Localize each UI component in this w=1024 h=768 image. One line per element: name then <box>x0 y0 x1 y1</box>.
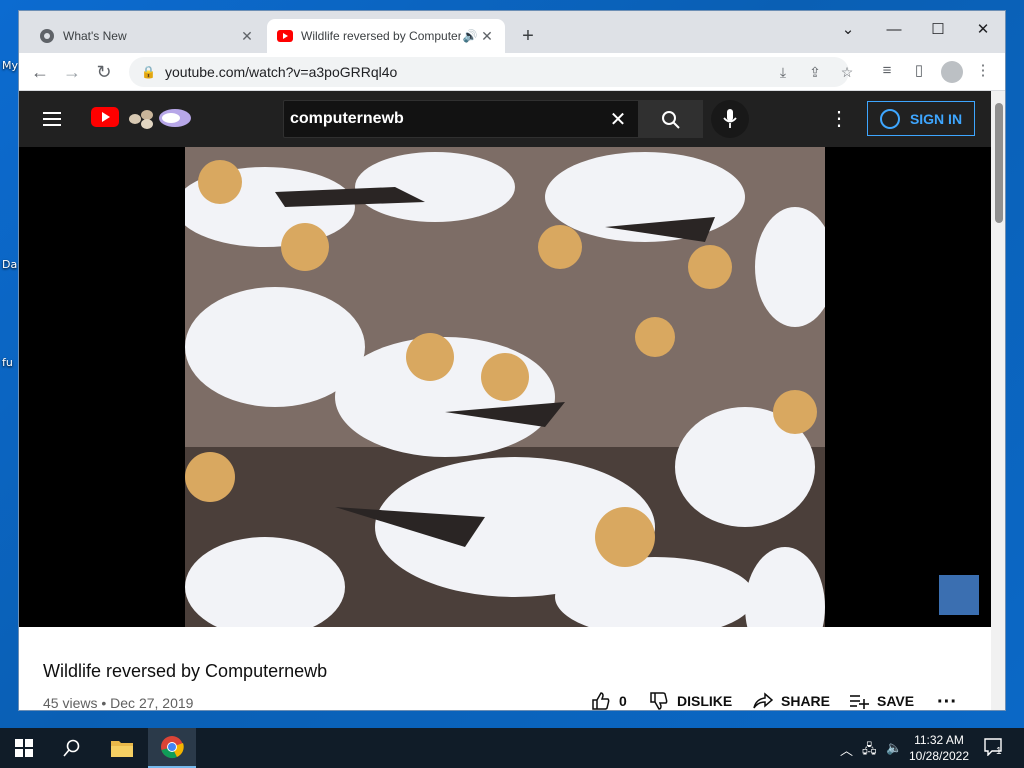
search-icon <box>662 111 680 129</box>
profile-avatar[interactable] <box>941 61 963 83</box>
playlist-add-icon <box>850 695 869 709</box>
desktop-icon-label[interactable]: Da <box>2 258 17 271</box>
search-query[interactable]: computernewb <box>284 110 598 128</box>
dislike-label: DISLIKE <box>677 693 733 709</box>
sign-in-label: SIGN IN <box>909 110 963 127</box>
tab-strip: What's New ✕ Wildlife reversed by Comput… <box>19 11 1005 53</box>
meta-separator: • <box>101 695 107 711</box>
minimize-button[interactable]: — <box>871 15 917 45</box>
media-control-icon[interactable]: ≡ <box>875 59 899 83</box>
tab-title: What's New <box>63 29 127 43</box>
tab-close-icon[interactable]: ✕ <box>239 28 255 45</box>
install-app-icon[interactable]: ⤓ <box>773 62 793 82</box>
share-page-icon[interactable]: ⇪ <box>805 62 825 82</box>
share-arrow-icon <box>753 692 773 709</box>
network-icon[interactable]: 🖧 <box>862 740 877 762</box>
video-meta: 45 views • Dec 27, 2019 <box>43 695 194 711</box>
search-button[interactable] <box>639 100 703 138</box>
maximize-button[interactable]: ☐ <box>915 15 961 45</box>
view-count: 45 views <box>43 695 98 711</box>
system-clock[interactable]: 11:32 AM 10/28/2022 <box>906 732 972 764</box>
lock-icon[interactable]: 🔒 <box>141 65 156 79</box>
account-circle-icon <box>879 108 900 129</box>
video-title: Wildlife reversed by Computernewb <box>43 661 328 681</box>
microphone-icon <box>723 109 737 128</box>
scrollbar-thumb[interactable] <box>995 103 1003 223</box>
settings-kebab-icon[interactable]: ⋮ <box>827 107 851 131</box>
video-player[interactable] <box>19 147 991 627</box>
windows-taskbar: ︿ 🖧 🔈 11:32 AM 10/28/2022 1 <box>0 728 1024 768</box>
tray-overflow-chevron-icon[interactable]: ︿ <box>840 740 853 759</box>
close-window-button[interactable]: ✕ <box>960 15 1005 45</box>
dislike-button[interactable]: DISLIKE <box>649 691 733 710</box>
youtube-favicon-icon <box>277 30 293 42</box>
youtube-header: computernewb ✕ ⋮ SIGN IN <box>19 91 991 147</box>
taskbar-search-button[interactable] <box>48 728 96 768</box>
clear-search-icon[interactable]: ✕ <box>598 107 638 132</box>
youtube-logo[interactable] <box>91 107 119 127</box>
file-explorer-button[interactable] <box>98 728 146 768</box>
menu-hamburger-icon[interactable] <box>43 109 67 129</box>
chrome-logo-icon <box>161 736 184 759</box>
browser-toolbar: ← → ↻ 🔒 youtube.com/watch?v=a3poGRRql4o … <box>19 53 1005 91</box>
chrome-taskbar-button[interactable] <box>148 728 196 768</box>
save-button[interactable]: SAVE <box>849 691 915 710</box>
address-bar[interactable]: 🔒 youtube.com/watch?v=a3poGRRql4o <box>129 57 849 87</box>
notification-count: 1 <box>996 746 1002 757</box>
more-actions-icon[interactable]: ··· <box>937 691 957 710</box>
search-input[interactable]: computernewb ✕ <box>283 100 639 138</box>
search-icon <box>63 739 80 757</box>
chrome-window: What's New ✕ Wildlife reversed by Comput… <box>18 10 1006 711</box>
youtube-page: computernewb ✕ ⋮ SIGN IN Wildlife revers… <box>19 91 991 711</box>
share-button[interactable]: SHARE <box>753 691 831 710</box>
thumbs-up-icon <box>592 692 610 710</box>
new-tab-button[interactable]: + <box>517 25 539 47</box>
url-text[interactable]: youtube.com/watch?v=a3poGRRql4o <box>165 64 849 80</box>
desktop-icon-label[interactable]: My <box>2 59 18 72</box>
windows-logo-icon <box>15 739 33 757</box>
share-label: SHARE <box>781 693 831 709</box>
video-frame-gannets[interactable] <box>185 147 825 627</box>
tab-close-icon[interactable]: ✕ <box>479 28 495 45</box>
clock-date: 10/28/2022 <box>908 749 970 763</box>
save-label: SAVE <box>877 693 915 709</box>
clock-time: 11:32 AM <box>914 733 964 747</box>
sign-in-button[interactable]: SIGN IN <box>867 101 975 136</box>
volume-icon[interactable]: 🔈 <box>886 740 902 756</box>
folder-icon <box>111 741 133 757</box>
like-button[interactable]: 0 <box>591 691 627 710</box>
desktop-icon-label[interactable]: fu <box>2 356 13 369</box>
tab-youtube-video[interactable]: Wildlife reversed by Computernewb 🔊 ✕ <box>267 19 505 53</box>
reload-icon[interactable]: ↻ <box>91 59 117 85</box>
forward-arrow-icon[interactable]: → <box>59 59 85 85</box>
bookmark-star-icon[interactable]: ☆ <box>837 62 857 82</box>
like-count: 0 <box>619 693 627 709</box>
publish-date: Dec 27, 2019 <box>110 695 194 711</box>
notification-center-icon[interactable]: 1 <box>984 738 1002 759</box>
start-button[interactable] <box>0 728 48 768</box>
thumbs-down-icon <box>650 692 668 710</box>
chrome-favicon-icon <box>40 29 54 43</box>
audio-playing-icon[interactable]: 🔊 <box>461 29 479 43</box>
webcam-overlay-thumbnail <box>939 575 979 615</box>
chrome-menu-icon[interactable]: ⋮ <box>971 59 995 83</box>
side-panel-icon[interactable]: ▯ <box>907 59 931 83</box>
back-arrow-icon[interactable]: ← <box>27 59 53 85</box>
tab-title: Wildlife reversed by Computernewb <box>301 29 461 43</box>
tab-whats-new[interactable]: What's New ✕ <box>29 19 265 53</box>
voice-search-button[interactable] <box>711 100 749 138</box>
tab-search-icon[interactable]: ⌄ <box>825 15 871 45</box>
youtube-doodle-logo[interactable] <box>127 105 193 131</box>
